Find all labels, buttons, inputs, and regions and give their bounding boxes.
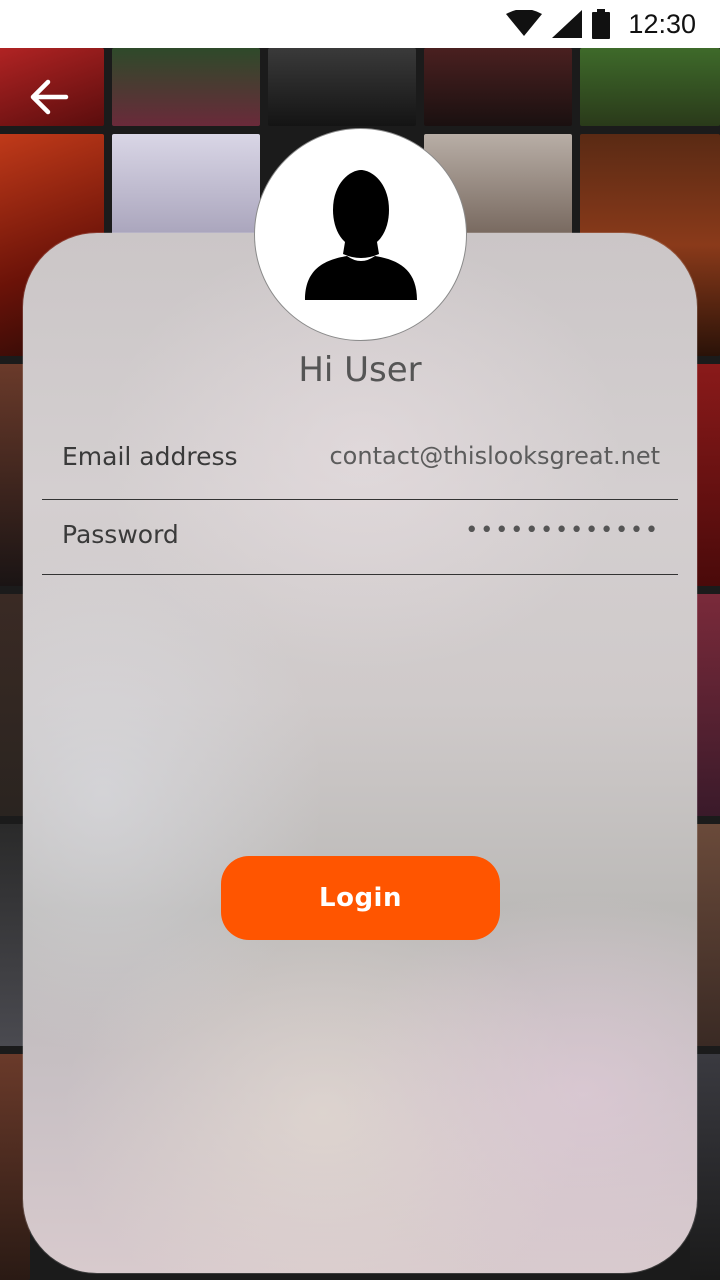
- email-value[interactable]: contact@thislooksgreat.net: [329, 442, 660, 470]
- password-label: Password: [62, 520, 179, 549]
- arrow-left-icon: [30, 79, 69, 115]
- login-screen: 12:30 Hi User Email address contact@this…: [0, 0, 720, 1280]
- greeting-title: Hi User: [298, 350, 422, 390]
- back-button[interactable]: [26, 74, 76, 120]
- wifi-icon: [506, 10, 543, 36]
- status-icons: 12:30: [506, 8, 696, 40]
- password-field[interactable]: Password •••••••••••••: [42, 500, 678, 575]
- poster: [580, 48, 720, 126]
- status-time: 12:30: [628, 8, 696, 39]
- poster: [112, 48, 260, 126]
- avatar: [254, 128, 467, 341]
- status-bar: 12:30: [0, 0, 720, 48]
- user-silhouette-icon: [304, 169, 417, 300]
- poster: [424, 48, 572, 126]
- battery-icon: [592, 9, 611, 39]
- poster: [268, 48, 416, 126]
- email-label: Email address: [62, 442, 238, 471]
- login-button[interactable]: Login: [221, 856, 500, 940]
- cellular-signal-icon: [552, 10, 583, 38]
- email-field[interactable]: Email address contact@thislooksgreat.net: [42, 420, 678, 500]
- password-value[interactable]: •••••••••••••: [465, 518, 660, 543]
